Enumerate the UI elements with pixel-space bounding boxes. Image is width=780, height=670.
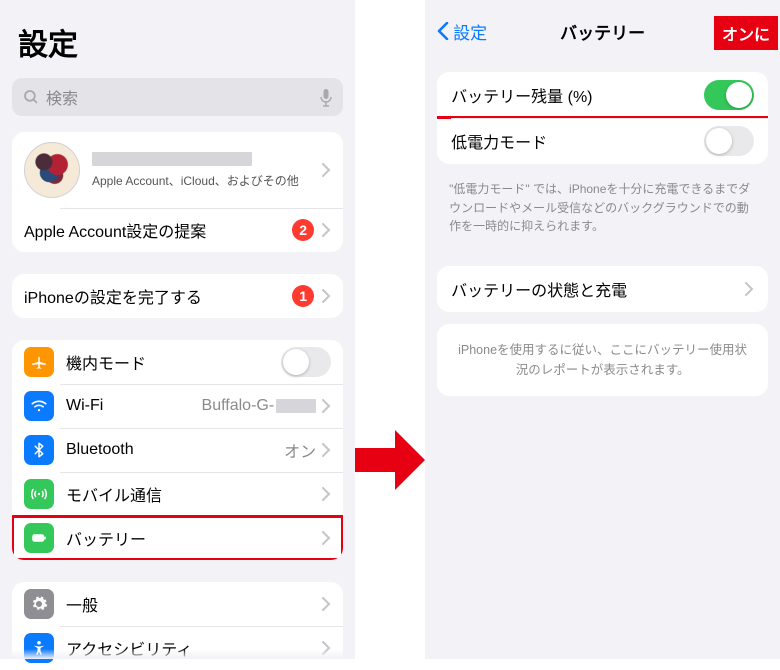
- search-placeholder: 検索: [46, 85, 319, 109]
- battery-health-row[interactable]: バッテリーの状態と充電: [437, 266, 768, 312]
- page-title: 設定: [18, 20, 343, 64]
- search-icon: [22, 88, 40, 106]
- airplane-toggle[interactable]: [281, 347, 331, 377]
- apple-account-row[interactable]: Apple Account、iCloud、およびその他: [12, 132, 343, 208]
- apple-account-card: Apple Account、iCloud、およびその他 Apple Accoun…: [12, 132, 343, 252]
- settings-pane: 設定 検索 Apple Account、iCloud、およびその他 Apple …: [0, 0, 355, 659]
- chevron-right-icon: [745, 282, 754, 296]
- step-arrow: [355, 0, 425, 659]
- wifi-row[interactable]: Wi-Fi Buffalo-G-: [12, 384, 343, 428]
- microphone-icon[interactable]: [319, 88, 333, 106]
- avatar: [24, 142, 80, 198]
- back-button[interactable]: 設定: [437, 19, 487, 44]
- battery-icon: [24, 523, 54, 553]
- chevron-right-icon: [322, 487, 331, 501]
- low-power-mode-toggle[interactable]: [704, 126, 754, 156]
- airplane-mode-row[interactable]: 機内モード: [12, 340, 343, 384]
- finish-setup-card: iPhoneの設定を完了する 1: [12, 274, 343, 318]
- chevron-right-icon: [322, 531, 331, 545]
- battery-percentage-toggle[interactable]: [704, 80, 754, 110]
- badge-count: 1: [292, 285, 314, 307]
- gear-icon: [24, 589, 54, 619]
- chevron-right-icon: [322, 597, 331, 611]
- search-field[interactable]: 検索: [12, 78, 343, 116]
- battery-row[interactable]: バッテリー: [12, 516, 343, 560]
- accessibility-row[interactable]: アクセシビリティ: [12, 626, 343, 670]
- wifi-ssid-redacted: [276, 399, 316, 413]
- general-row[interactable]: 一般: [12, 582, 343, 626]
- battery-pane: 設定 バッテリー オンに バッテリー残量 (%) 低電力モード "低電力モード"…: [425, 0, 780, 659]
- chevron-right-icon: [322, 289, 331, 303]
- bluetooth-icon: [24, 435, 54, 465]
- cellular-row[interactable]: モバイル通信: [12, 472, 343, 516]
- chevron-right-icon: [322, 443, 331, 457]
- antenna-icon: [24, 479, 54, 509]
- profile-subtitle: Apple Account、iCloud、およびその他: [92, 172, 322, 189]
- apple-account-suggestion-row[interactable]: Apple Account設定の提案 2: [12, 208, 343, 252]
- bluetooth-row[interactable]: Bluetooth オン: [12, 428, 343, 472]
- finish-setup-row[interactable]: iPhoneの設定を完了する 1: [12, 274, 343, 318]
- battery-usage-placeholder: iPhoneを使用するに従い、ここにバッテリー使用状況のレポートが表示されます。: [437, 324, 768, 396]
- callout-tag-on: オンに: [714, 16, 778, 50]
- chevron-right-icon: [322, 223, 331, 237]
- connectivity-card: 機内モード Wi-Fi Buffalo-G- Bluetooth オン モバイル…: [12, 340, 343, 560]
- airplane-icon: [24, 347, 54, 377]
- wifi-value: Buffalo-G-: [202, 397, 317, 415]
- low-power-mode-footer: "低電力モード" では、iPhoneを十分に充電できるまでダウンロードやメール受…: [425, 176, 780, 254]
- battery-percentage-row[interactable]: バッテリー残量 (%): [437, 72, 768, 118]
- wifi-icon: [24, 391, 54, 421]
- low-power-mode-row[interactable]: 低電力モード: [437, 118, 768, 164]
- chevron-right-icon: [322, 163, 331, 177]
- chevron-right-icon: [322, 399, 331, 413]
- profile-name-redacted: [92, 152, 252, 166]
- badge-count: 2: [292, 219, 314, 241]
